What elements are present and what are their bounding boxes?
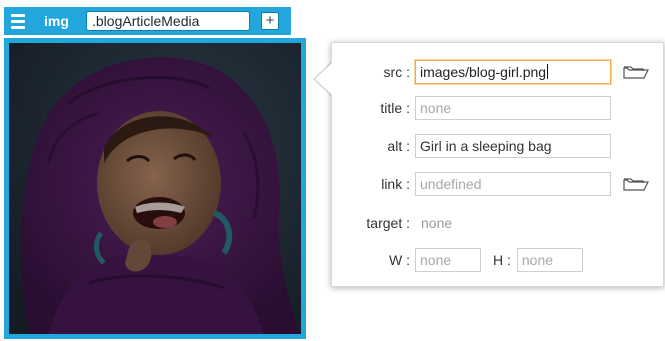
target-label: target : <box>366 215 410 231</box>
target-row: target : none <box>332 211 452 235</box>
selected-image-frame[interactable] <box>4 38 306 339</box>
title-input[interactable]: none <box>415 96 611 120</box>
width-input[interactable]: none <box>415 248 481 272</box>
element-tag-label: img <box>44 13 69 29</box>
popup-pointer-fill <box>315 63 332 95</box>
image-properties-popup: src : images/blog-girl.png title : none … <box>331 42 664 287</box>
dimensions-row: W : none H : none <box>332 248 583 272</box>
src-folder-icon[interactable] <box>623 64 649 80</box>
src-value: images/blog-girl.png <box>420 64 547 80</box>
height-label: H : <box>493 252 511 268</box>
text-caret <box>547 64 549 79</box>
link-folder-icon[interactable] <box>623 176 649 192</box>
alt-input[interactable]: Girl in a sleeping bag <box>415 134 611 158</box>
element-tag-bar: img .blogArticleMedia + <box>4 7 291 35</box>
hamburger-menu-icon[interactable] <box>4 7 32 35</box>
src-label: src : <box>383 64 410 80</box>
link-row: link : undefined <box>332 172 649 196</box>
target-value[interactable]: none <box>421 215 452 231</box>
title-label: title : <box>380 100 410 116</box>
title-row: title : none <box>332 96 611 120</box>
link-label: link : <box>381 176 410 192</box>
src-row: src : images/blog-girl.png <box>332 60 649 84</box>
alt-label: alt : <box>387 138 410 154</box>
link-input[interactable]: undefined <box>415 172 611 196</box>
blog-girl-image <box>9 43 301 334</box>
src-input[interactable]: images/blog-girl.png <box>415 60 611 84</box>
add-class-button[interactable]: + <box>261 12 279 30</box>
width-label: W : <box>389 252 410 268</box>
height-input[interactable]: none <box>516 248 583 272</box>
alt-row: alt : Girl in a sleeping bag <box>332 134 611 158</box>
class-name-field[interactable]: .blogArticleMedia <box>86 11 250 31</box>
